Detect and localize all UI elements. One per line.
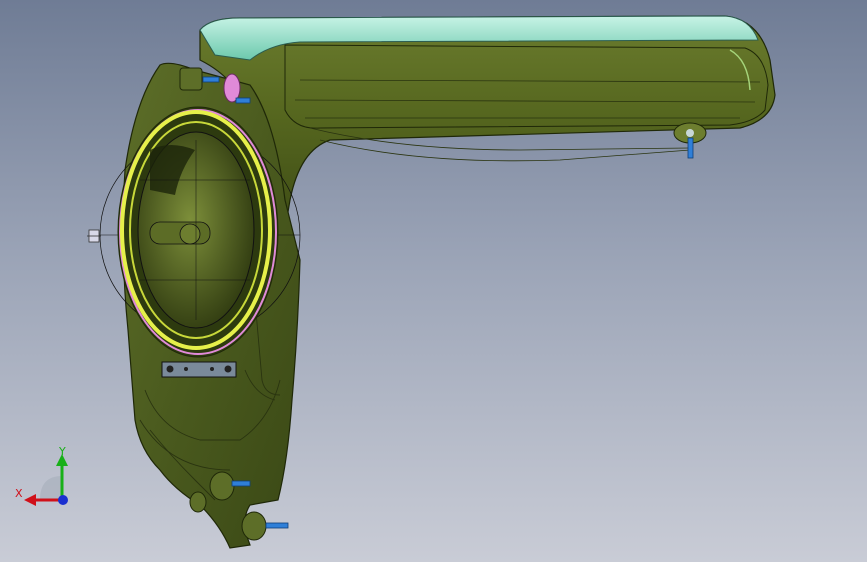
cad-model-canvas[interactable]: Y X bbox=[0, 0, 867, 562]
elliptical-opening[interactable] bbox=[117, 106, 279, 358]
coordinate-triad[interactable]: Y X bbox=[15, 445, 68, 506]
boss-right[interactable] bbox=[673, 122, 707, 159]
y-axis-label: Y bbox=[58, 445, 66, 458]
z-axis-dot bbox=[58, 495, 68, 505]
side-clip[interactable] bbox=[87, 229, 101, 243]
x-axis-label: X bbox=[15, 487, 23, 500]
mounting-plate[interactable] bbox=[161, 361, 237, 378]
cad-viewport[interactable]: Y X bbox=[0, 0, 867, 562]
boss-bottom-left[interactable] bbox=[189, 491, 207, 513]
boss-bottom-2[interactable] bbox=[241, 511, 289, 541]
pin-top[interactable] bbox=[235, 97, 251, 104]
